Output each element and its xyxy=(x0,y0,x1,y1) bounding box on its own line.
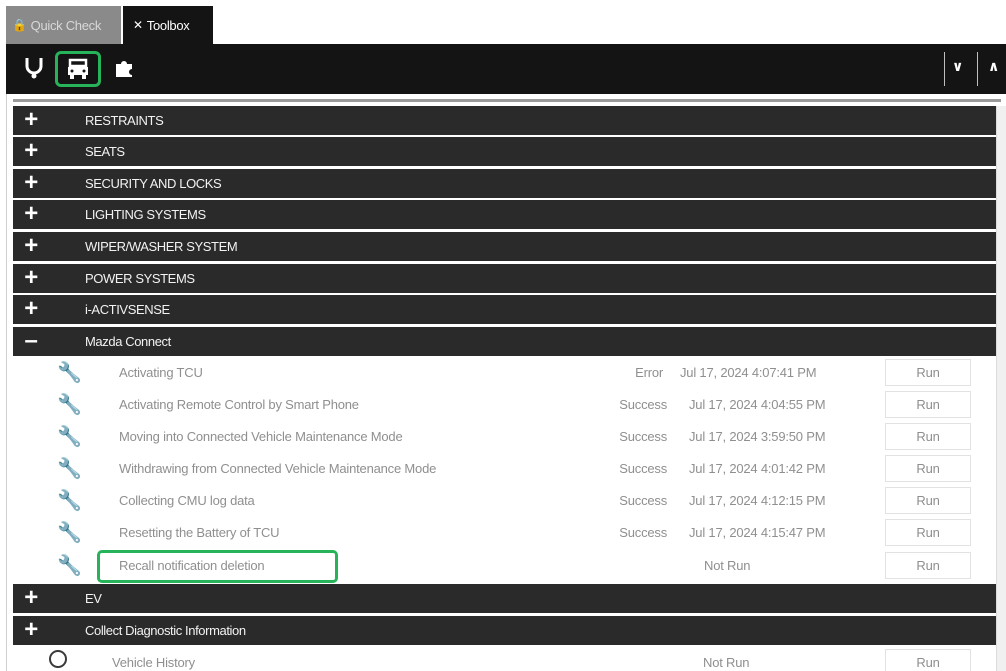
toolbox-content: + RESTRAINTS + SEATS + SECURITY AND LOCK… xyxy=(6,94,1006,671)
category-label: Mazda Connect xyxy=(85,334,171,349)
history-icon xyxy=(49,650,67,668)
wrench-icon: 🔧 xyxy=(57,458,82,480)
item-name: Recall notification deletion xyxy=(119,558,265,573)
item-status: Success xyxy=(619,429,667,444)
category-label: SECURITY AND LOCKS xyxy=(85,176,222,191)
tools-icon: ✕ xyxy=(133,18,143,32)
expand-icon[interactable]: + xyxy=(21,202,41,226)
item-name: Moving into Connected Vehicle Maintenanc… xyxy=(119,429,403,444)
run-button[interactable]: Run xyxy=(885,519,971,546)
category-lighting-systems[interactable]: + LIGHTING SYSTEMS xyxy=(13,200,996,229)
wrench-icon: 🔧 xyxy=(57,522,82,544)
item-name: Collecting CMU log data xyxy=(119,493,255,508)
list-item-recall-notification-deletion: 🔧 Recall notification deletion Not Run R… xyxy=(13,550,996,583)
scrollbar[interactable] xyxy=(996,106,1006,671)
item-status: Success xyxy=(619,397,667,412)
tab-toolbox[interactable]: ✕ Toolbox xyxy=(123,6,213,44)
wrench-icon: 🔧 xyxy=(57,490,82,512)
list-item: 🔧 Resetting the Battery of TCU Success J… xyxy=(13,517,996,548)
run-button[interactable]: Run xyxy=(885,455,971,482)
tab-toolbox-label: Toolbox xyxy=(146,17,190,33)
item-time: Jul 17, 2024 4:12:15 PM xyxy=(689,493,826,508)
category-power-systems[interactable]: + POWER SYSTEMS xyxy=(13,264,996,293)
list-item: 🔧 Collecting CMU log data Success Jul 17… xyxy=(13,485,996,516)
expand-icon[interactable]: + xyxy=(21,171,41,195)
category-label: i-ACTIVSENSE xyxy=(85,302,170,317)
run-button[interactable]: Run xyxy=(885,487,971,514)
wrench-icon: 🔧 xyxy=(57,555,82,577)
vehicle-icon[interactable] xyxy=(55,51,101,87)
item-time: Jul 17, 2024 4:01:42 PM xyxy=(689,461,826,476)
category-mazda-connect[interactable]: – Mazda Connect xyxy=(13,327,996,356)
category-label: WIPER/WASHER SYSTEM xyxy=(85,239,238,254)
expand-icon[interactable]: + xyxy=(21,139,41,163)
item-time: Jul 17, 2024 4:07:41 PM xyxy=(680,365,817,380)
item-status: Success xyxy=(619,493,667,508)
item-name: Vehicle History xyxy=(112,655,195,670)
item-name: Resetting the Battery of TCU xyxy=(119,525,280,540)
item-name: Activating TCU xyxy=(119,365,203,380)
wrench-icon: 🔧 xyxy=(57,394,82,416)
category-label: RESTRAINTS xyxy=(85,113,164,128)
expand-icon[interactable]: + xyxy=(21,266,41,290)
item-name: Withdrawing from Connected Vehicle Maint… xyxy=(119,461,437,476)
item-time: Jul 17, 2024 4:04:55 PM xyxy=(689,397,826,412)
expand-icon[interactable]: + xyxy=(21,234,41,258)
run-button[interactable]: Run xyxy=(885,649,971,671)
chevron-up-icon[interactable]: ∧ xyxy=(988,58,999,75)
run-button[interactable]: Run xyxy=(885,391,971,418)
item-time: Not Run xyxy=(704,558,751,573)
list-item: 🔧 Activating TCU Error Jul 17, 2024 4:07… xyxy=(13,357,996,388)
stethoscope-icon[interactable] xyxy=(20,54,48,82)
list-item: 🔧 Activating Remote Control by Smart Pho… xyxy=(13,389,996,420)
category-restraints[interactable]: + RESTRAINTS xyxy=(13,106,996,135)
chevron-down-icon[interactable]: ∨ xyxy=(952,58,963,75)
tab-bar: 🔒 Quick Check ✕ Toolbox xyxy=(0,0,1006,44)
tab-quick-check[interactable]: 🔒 Quick Check xyxy=(6,6,121,44)
item-time: Not Run xyxy=(703,655,750,670)
category-security-and-locks[interactable]: + SECURITY AND LOCKS xyxy=(13,169,996,198)
category-label: Collect Diagnostic Information xyxy=(85,623,246,638)
item-name: Activating Remote Control by Smart Phone xyxy=(119,397,359,412)
puzzle-icon[interactable] xyxy=(110,54,138,82)
category-ev[interactable]: + EV xyxy=(13,584,996,613)
wrench-icon: 🔧 xyxy=(57,426,82,448)
category-wiper-washer-system[interactable]: + WIPER/WASHER SYSTEM xyxy=(13,232,996,261)
tab-quick-check-label: Quick Check xyxy=(30,17,102,33)
category-seats[interactable]: + SEATS xyxy=(13,137,996,166)
category-label: SEATS xyxy=(85,144,125,159)
run-button[interactable]: Run xyxy=(885,552,971,579)
category-collect-diagnostic-information[interactable]: + Collect Diagnostic Information xyxy=(13,616,996,645)
category-label: LIGHTING SYSTEMS xyxy=(85,207,206,222)
category-label: EV xyxy=(85,591,102,606)
expand-icon[interactable]: + xyxy=(21,108,41,132)
item-time: Jul 17, 2024 4:15:47 PM xyxy=(689,525,826,540)
category-label: POWER SYSTEMS xyxy=(85,271,195,286)
expand-icon[interactable]: + xyxy=(21,586,41,610)
collapse-icon[interactable]: – xyxy=(21,329,41,353)
expand-icon[interactable]: + xyxy=(21,618,41,642)
divider xyxy=(13,99,1001,102)
list-item-vehicle-history: Vehicle History Not Run Run xyxy=(13,647,996,671)
list-item: 🔧 Moving into Connected Vehicle Maintena… xyxy=(13,421,996,452)
run-button[interactable]: Run xyxy=(885,359,971,386)
item-status: Error xyxy=(635,365,663,380)
wrench-icon: 🔧 xyxy=(57,362,82,384)
list-item: 🔧 Withdrawing from Connected Vehicle Mai… xyxy=(13,453,996,484)
toolbar-divider xyxy=(977,52,978,86)
item-status: Success xyxy=(619,525,667,540)
toolbar-divider xyxy=(944,52,945,86)
expand-icon[interactable]: + xyxy=(21,297,41,321)
item-time: Jul 17, 2024 3:59:50 PM xyxy=(689,429,826,444)
category-i-activsense[interactable]: + i-ACTIVSENSE xyxy=(13,295,996,324)
run-button[interactable]: Run xyxy=(885,423,971,450)
item-status: Success xyxy=(619,461,667,476)
lock-icon: 🔒 xyxy=(12,18,27,32)
toolbar: ∨ ∧ xyxy=(6,44,1006,94)
